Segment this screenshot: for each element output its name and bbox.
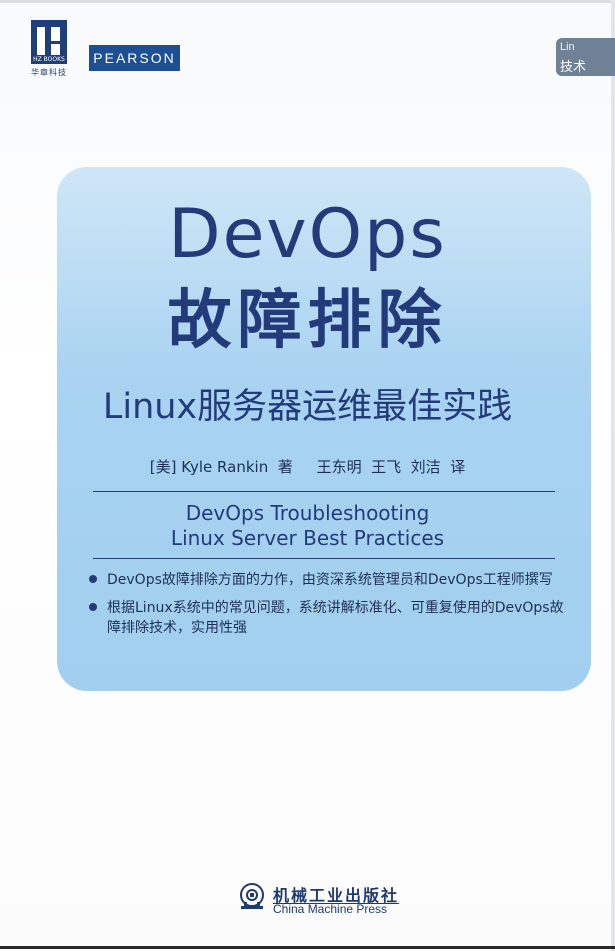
- top-strip: [0, 0, 615, 3]
- bullet-icon: [89, 603, 97, 611]
- feature-text: 根据Linux系统中的常见问题，系统讲解标准化、可重复使用的DevOps故障排除…: [107, 600, 564, 636]
- book-title-en: DevOps: [168, 195, 447, 274]
- bottom-line: [0, 946, 615, 949]
- hz-books-icon: HZ BOOKS: [31, 20, 67, 64]
- series-tag-line1: Lin: [560, 41, 575, 53]
- publisher-emblem-icon: [240, 883, 264, 909]
- english-title-line2: Linux Server Best Practices: [170, 526, 445, 550]
- feature-item: 根据Linux系统中的常见问题，系统讲解标准化、可重复使用的DevOps故障排除…: [87, 598, 567, 638]
- publisher-name-en: China Machine Press: [273, 902, 388, 916]
- hz-books-mark-text: HZ BOOKS: [33, 56, 65, 63]
- series-tag-line2: 技术: [560, 60, 587, 75]
- pearson-logo: PEARSON: [89, 45, 180, 71]
- feature-list: DevOps故障排除方面的力作，由资深系统管理员和DevOps工程师撰写 根据L…: [87, 570, 567, 646]
- divider-top: [93, 491, 555, 492]
- feature-item: DevOps故障排除方面的力作，由资深系统管理员和DevOps工程师撰写: [87, 570, 567, 590]
- book-title-cn: 故障排除: [167, 284, 448, 358]
- book-cover: HZ BOOKS 华章科技 PEARSON Lin 技术 DevOps 故障排除…: [0, 0, 615, 951]
- book-subtitle: Linux服务器运维最佳实践: [102, 387, 513, 427]
- divider-bottom: [93, 558, 555, 559]
- hz-books-cn: 华章科技: [31, 68, 67, 77]
- series-tag: Lin 技术: [556, 38, 615, 76]
- english-title-line1: DevOps Troubleshooting: [185, 501, 430, 525]
- feature-text: DevOps故障排除方面的力作，由资深系统管理员和DevOps工程师撰写: [107, 572, 553, 588]
- bullet-icon: [89, 575, 97, 583]
- publisher-logo: 机械工业出版社 China Machine Press: [237, 882, 417, 916]
- authors-line: [美] Kyle Rankin 著 王东明 王飞 刘洁 译: [149, 458, 466, 476]
- hz-books-logo: HZ BOOKS 华章科技: [28, 20, 70, 78]
